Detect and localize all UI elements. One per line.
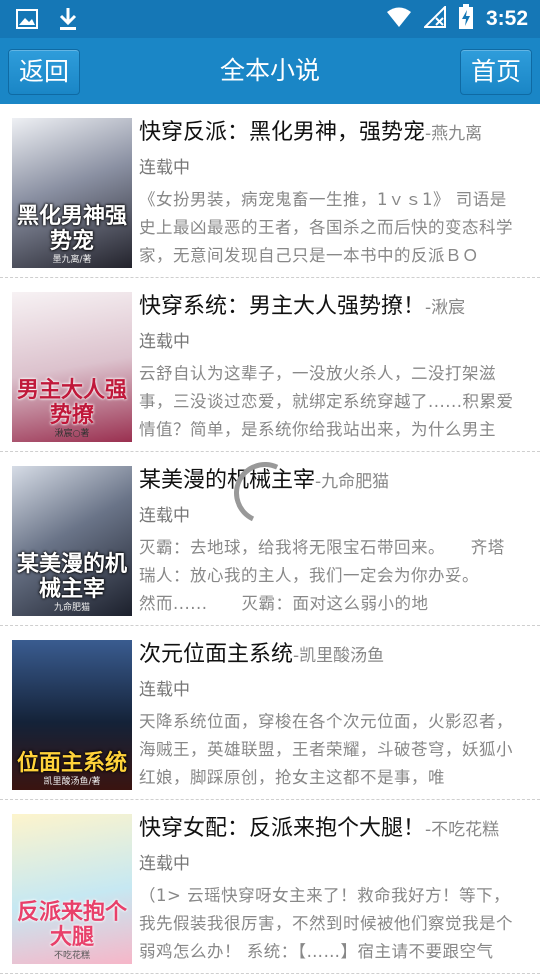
book-description: 《女扮男装，病宠鬼畜一生推，1ｖｓ1》 司语是史上最凶最恶的王者，各国杀之而后快…: [139, 190, 513, 265]
cover-author: 不吃花糕: [53, 951, 90, 961]
book-item[interactable]: 男主大人强势撩 湫宸○著 快穿系统：男主大人强势撩！-湫宸 连载中 云舒自认为这…: [0, 278, 540, 452]
status-bar: 3:52: [0, 0, 540, 38]
book-author: -凯里酸汤鱼: [293, 646, 385, 666]
cover-title: 反派来抱个大腿: [16, 900, 127, 950]
book-item[interactable]: 黑化男神强势宠 墨九离/著 快穿反派：黑化男神，强势宠-燕九离 连载中 《女扮男…: [0, 104, 540, 278]
home-button[interactable]: 首页: [459, 49, 532, 95]
book-item[interactable]: 位面主系统 凯里酸汤鱼/著 次元位面主系统-凯里酸汤鱼 连载中 天降系统位面，穿…: [0, 626, 540, 800]
book-description: 天降系统位面，穿梭在各个次元位面，火影忍者，海贼王，英雄联盟，王者荣耀，斗破苍穹…: [139, 712, 513, 787]
book-description: （1> 云瑶快穿呀女主来了！救命我好方！等下，我先假装我很厉害，不然到时候被他们…: [139, 886, 513, 961]
book-status: 连载中: [139, 158, 190, 178]
book-item[interactable]: 反派来抱个大腿 不吃花糕 快穿女配：反派来抱个大腿！-不吃花糕 连载中 （1> …: [0, 800, 540, 974]
book-cover[interactable]: 反派来抱个大腿 不吃花糕: [12, 814, 132, 964]
book-cover[interactable]: 某美漫的机械主宰 九命肥猫: [12, 466, 132, 616]
book-status: 连载中: [139, 680, 190, 700]
book-status: 连载中: [139, 854, 190, 874]
wifi-icon: [386, 6, 412, 32]
cover-title: 某美漫的机械主宰: [16, 552, 127, 602]
book-status: 连载中: [139, 332, 190, 352]
cover-author: 九命肥猫: [53, 603, 90, 613]
download-icon: [58, 7, 78, 35]
battery-charging-icon: [458, 4, 474, 34]
book-cover[interactable]: 黑化男神强势宠 墨九离/著: [12, 118, 132, 268]
book-cover[interactable]: 男主大人强势撩 湫宸○著: [12, 292, 132, 442]
book-status: 连载中: [139, 506, 190, 526]
no-sim-icon: [422, 4, 446, 32]
cover-author: 凯里酸汤鱼/著: [43, 777, 101, 787]
cover-title: 黑化男神强势宠: [16, 204, 127, 254]
book-title[interactable]: 次元位面主系统: [139, 642, 293, 667]
book-author: -九命肥猫: [315, 472, 390, 492]
book-cover[interactable]: 位面主系统 凯里酸汤鱼/著: [12, 640, 132, 790]
image-icon: [16, 9, 38, 33]
app-bar: 返回 全本小说 首页: [0, 38, 540, 104]
book-author: -湫宸: [425, 298, 466, 318]
cover-author: 湫宸○著: [54, 429, 90, 439]
clock: 3:52: [485, 7, 528, 30]
book-description: 云舒自认为这辈子，一没放火杀人，二没打架滋事，三没谈过恋爱，就绑定系统穿越了..…: [139, 364, 514, 439]
cover-author: 墨九离/著: [52, 255, 92, 265]
cover-title: 位面主系统: [16, 751, 127, 776]
book-title[interactable]: 快穿女配：反派来抱个大腿！: [139, 816, 425, 841]
cover-title: 男主大人强势撩: [16, 378, 127, 428]
book-author: -不吃花糕: [425, 820, 500, 840]
book-title[interactable]: 快穿系统：男主大人强势撩！: [139, 294, 425, 319]
book-description: 灭霸：去地球，给我将无限宝石带回来。 齐塔瑞人：放心我的主人，我们一定会为你办妥…: [139, 538, 505, 613]
book-list: 黑化男神强势宠 墨九离/著 快穿反派：黑化男神，强势宠-燕九离 连载中 《女扮男…: [0, 104, 540, 974]
book-title[interactable]: 快穿反派：黑化男神，强势宠: [139, 120, 425, 145]
book-author: -燕九离: [425, 124, 483, 144]
